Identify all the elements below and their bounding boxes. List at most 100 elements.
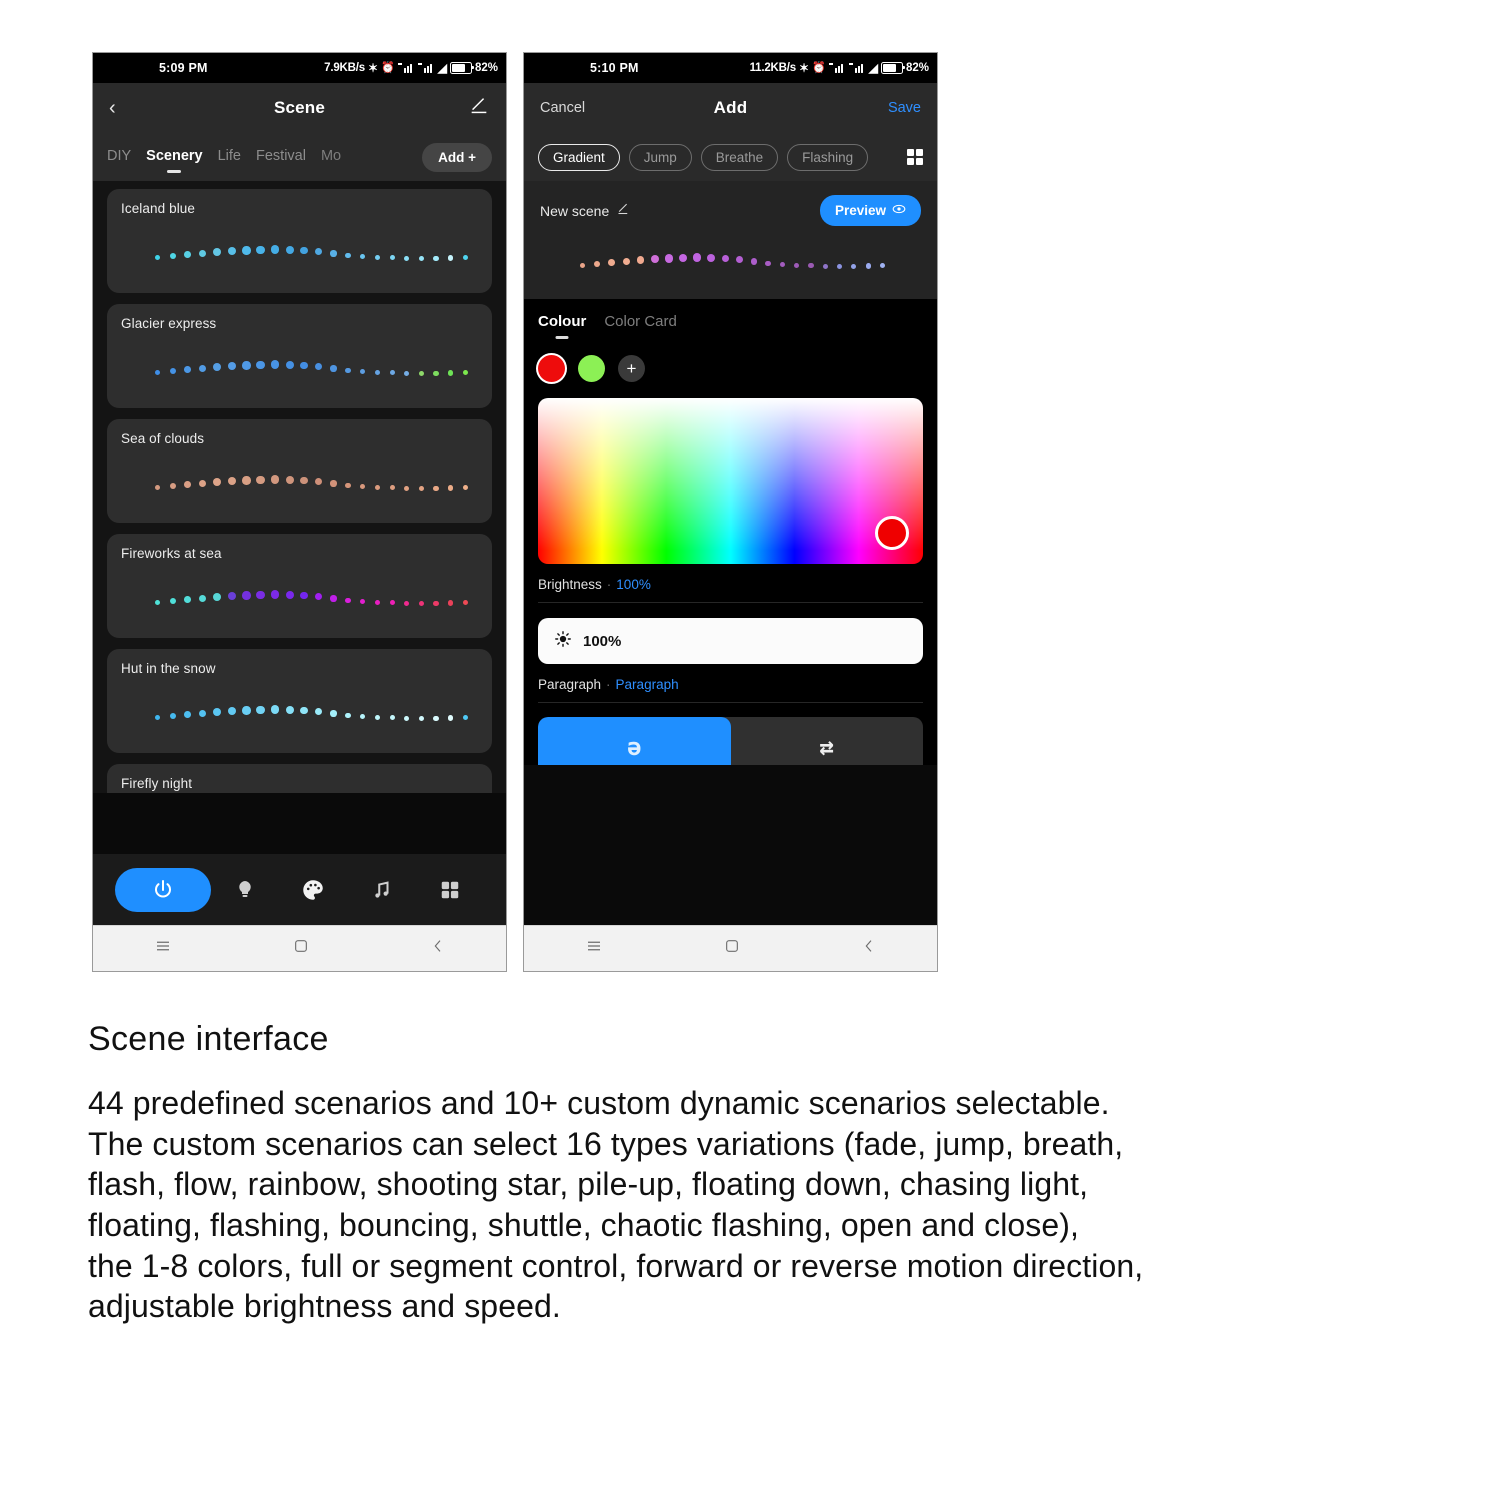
pencil-icon[interactable] — [616, 201, 631, 221]
direction-reverse-option[interactable]: ⇄ — [731, 717, 924, 765]
chip-breathe[interactable]: Breathe — [700, 143, 779, 171]
direction-forward-option[interactable]: ǝ — [538, 717, 731, 765]
music-icon[interactable] — [348, 879, 416, 901]
signal-icon — [417, 63, 435, 73]
tab-color-card[interactable]: Color Card — [604, 313, 677, 333]
page-title: Add — [713, 98, 748, 117]
tab-more[interactable]: Mo — [321, 148, 341, 166]
divider — [538, 602, 923, 603]
colour-picker-gradient[interactable] — [538, 398, 923, 564]
bulb-icon[interactable] — [211, 878, 279, 902]
brightness-slider[interactable]: 100% — [538, 618, 923, 664]
page-title: Scene — [273, 98, 326, 117]
chip-flashing[interactable]: Flashing — [787, 143, 869, 171]
paragraph-label: Paragraph — [538, 677, 602, 692]
bluetooth-icon: ✶ — [367, 61, 379, 75]
eye-icon — [892, 202, 906, 219]
scene-card[interactable]: Glacier express — [107, 304, 492, 408]
caption-line: floating, flashing, bouncing, shuttle, c… — [88, 1206, 1080, 1243]
pencil-icon[interactable] — [468, 95, 490, 122]
network-speed: 7.9KB/s — [324, 62, 365, 74]
home-icon[interactable] — [293, 938, 309, 959]
scene-name: Sea of clouds — [121, 431, 205, 446]
preview-header: New scene Preview — [540, 195, 921, 226]
caption-block: Scene interface 44 predefined scenarios … — [88, 1020, 1428, 1327]
wifi-icon: ◢ — [437, 61, 447, 75]
tab-festival[interactable]: Festival — [256, 148, 306, 166]
add-colour-button[interactable]: + — [618, 355, 645, 382]
scene-card[interactable]: Hut in the snow — [107, 649, 492, 753]
preview-button[interactable]: Preview — [819, 195, 921, 226]
caption-line: The custom scenarios can select 16 types… — [88, 1125, 1124, 1162]
direction-reverse-glyph: ⇄ — [819, 733, 834, 761]
colour-swatch-red[interactable] — [538, 355, 565, 382]
caption-body: 44 predefined scenarios and 10+ custom d… — [88, 1083, 1428, 1327]
scene-card[interactable]: Firefly night — [107, 764, 492, 793]
back-icon[interactable] — [430, 938, 446, 959]
left-phone-screenshot: 5:09 PM 7.9KB/s ✶ ⏰ ◢ 82% ‹ Scene DIY Sc… — [92, 52, 507, 972]
chip-gradient[interactable]: Gradient — [538, 143, 620, 171]
colour-swatches: + — [538, 355, 923, 382]
grid-icon[interactable] — [416, 879, 484, 901]
cancel-button[interactable]: Cancel — [540, 100, 585, 116]
scene-preview-block: New scene Preview — [524, 181, 937, 299]
caption-line: 44 predefined scenarios and 10+ custom d… — [88, 1085, 1110, 1121]
status-indicators: 11.2KB/s ✶ ⏰ ◢ 82% — [750, 62, 929, 74]
save-button[interactable]: Save — [888, 100, 921, 116]
network-speed: 11.2KB/s — [749, 62, 797, 74]
status-bar-left: 5:09 PM 7.9KB/s ✶ ⏰ ◢ 82% — [93, 53, 506, 83]
alarm-icon: ⏰ — [381, 61, 395, 74]
colour-panel: Colour Color Card + Brightness · 100% 10… — [524, 299, 937, 765]
preview-button-label: Preview — [834, 203, 886, 218]
add-scene-button[interactable]: Add + — [422, 142, 492, 172]
scene-card[interactable]: Iceland blue — [107, 189, 492, 293]
right-phone-screenshot: 5:10 PM 11.2KB/s ✶ ⏰ ◢ 82% Cancel Add Sa… — [523, 52, 938, 972]
menu-icon[interactable] — [154, 937, 172, 960]
preview-dots — [580, 249, 885, 275]
caption-line: adjustable brightness and speed. — [88, 1288, 561, 1325]
menu-icon[interactable] — [585, 937, 603, 960]
signal-icon — [828, 63, 846, 73]
battery-percent: 82% — [474, 62, 498, 74]
scene-list[interactable]: Iceland blue Glacier express Sea of clou… — [93, 181, 506, 793]
scene-card[interactable]: Sea of clouds — [107, 419, 492, 523]
grid-icon[interactable] — [906, 148, 923, 166]
divider — [538, 702, 923, 703]
battery-percent: 82% — [905, 62, 929, 74]
direction-toggle-group: ǝ ⇄ — [538, 717, 923, 765]
scene-preview-dots — [155, 586, 468, 612]
scene-card[interactable]: Fireworks at sea — [107, 534, 492, 638]
scene-preview-dots — [155, 471, 468, 497]
tab-diy[interactable]: DIY — [107, 148, 131, 166]
caption-line: the 1-8 colors, full or segment control,… — [88, 1247, 1144, 1284]
home-icon[interactable] — [724, 938, 740, 959]
scene-preview-dots — [155, 701, 468, 727]
tab-life[interactable]: Life — [218, 148, 241, 166]
power-button[interactable] — [115, 868, 211, 912]
android-nav-bar-right — [524, 925, 937, 971]
mode-chip-row: Gradient Jump Breathe Flashing — [524, 133, 937, 181]
colour-swatch-green[interactable] — [578, 355, 605, 382]
signal-icon — [848, 63, 866, 73]
app-header-left: ‹ Scene — [93, 83, 506, 133]
chip-jump[interactable]: Jump — [628, 143, 692, 171]
palette-icon[interactable] — [279, 877, 347, 903]
back-icon[interactable] — [861, 938, 877, 959]
scene-name: Hut in the snow — [121, 661, 216, 676]
app-header-right: Cancel Add Save — [524, 83, 937, 133]
category-tabs: DIY Scenery Life Festival Mo Add + — [93, 133, 506, 181]
tab-scenery[interactable]: Scenery — [146, 148, 202, 166]
alarm-icon: ⏰ — [812, 61, 826, 74]
separator: · — [606, 677, 611, 692]
battery-icon — [449, 62, 475, 74]
brightness-value: 100% — [616, 577, 651, 592]
scene-name: Fireworks at sea — [121, 546, 222, 561]
sun-icon — [554, 630, 572, 652]
tab-colour[interactable]: Colour — [538, 313, 586, 333]
wifi-icon: ◢ — [868, 61, 878, 75]
phone-screenshots-group: 5:09 PM 7.9KB/s ✶ ⏰ ◢ 82% ‹ Scene DIY Sc… — [0, 0, 1500, 1000]
colour-picker-handle[interactable] — [875, 516, 909, 550]
scene-name-field[interactable]: New scene — [540, 203, 609, 219]
back-button[interactable]: ‹ — [109, 98, 116, 118]
caption-title: Scene interface — [88, 1020, 329, 1058]
